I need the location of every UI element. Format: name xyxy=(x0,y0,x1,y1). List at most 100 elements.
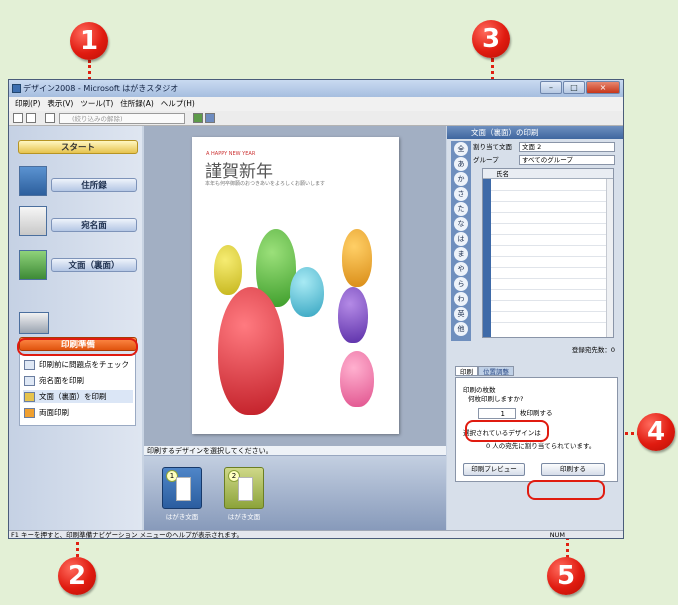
design-page-1 xyxy=(176,477,191,501)
kana-tab[interactable]: 他 xyxy=(454,322,468,336)
find-icon[interactable] xyxy=(193,113,203,123)
print-design-item[interactable]: 文面（裏面）を印刷 xyxy=(23,390,133,403)
list-row xyxy=(491,289,606,290)
design-side-button[interactable]: 文面（裏面） xyxy=(51,258,137,272)
design-selection-pane: 印刷するデザインを選択してください。 1 はがき文面 2 はがき文面 xyxy=(144,446,446,533)
list-row xyxy=(491,311,606,312)
postcard-preview: A HAPPY NEW YEAR 謹賀新年 本年も何卒御願のおつきあいをよろしく… xyxy=(192,137,399,434)
copies-stepper[interactable]: 1 xyxy=(478,408,516,419)
address-book-icon xyxy=(19,166,47,196)
duplex-print-item[interactable]: 両面印刷 xyxy=(23,406,133,419)
kana-tab[interactable]: や xyxy=(454,262,468,276)
list-row xyxy=(491,245,606,246)
card-message: 本年も何卒御願のおつきあいをよろしくお願いします xyxy=(205,181,326,187)
menu-address-book[interactable]: 住所録(A) xyxy=(120,97,153,111)
menu-tools[interactable]: ツール(T) xyxy=(80,97,113,111)
menu-bar: 印刷(P) 表示(V) ツール(T) 住所録(A) ヘルプ(H) xyxy=(9,97,623,111)
kana-tab[interactable]: た xyxy=(454,202,468,216)
list-row xyxy=(491,256,606,257)
pink-mouse xyxy=(340,351,374,407)
num-lock-indicator: NUM xyxy=(549,531,565,539)
cyan-mouse xyxy=(290,267,324,317)
highlight-print-design xyxy=(17,338,138,356)
design-side-icon xyxy=(19,250,47,280)
copies-header: 印刷の枚数 xyxy=(463,386,496,394)
maximize-button[interactable]: □ xyxy=(563,81,585,94)
kana-tab[interactable]: さ xyxy=(454,187,468,201)
print-panel: 文面（裏面）の印刷 全 あ か さ た な は ま や ら わ 英 他 割り当て… xyxy=(447,126,623,533)
kana-tab[interactable]: ま xyxy=(454,247,468,261)
callout-1: 1 xyxy=(70,22,108,60)
design-selection-prompt: 印刷するデザインを選択してください。 xyxy=(144,446,446,456)
yellow-mouse xyxy=(214,245,242,295)
tab-print[interactable]: 印刷 xyxy=(455,366,478,376)
address-card-icon xyxy=(24,376,35,386)
highlight-print-button xyxy=(527,480,605,500)
menu-help[interactable]: ヘルプ(H) xyxy=(161,97,195,111)
checklist-icon xyxy=(24,360,35,370)
kana-tab[interactable]: 全 xyxy=(454,142,468,156)
preview-pane: A HAPPY NEW YEAR 謹賀新年 本年も何卒御願のおつきあいをよろしく… xyxy=(144,126,446,446)
copies-suffix: 枚印刷する xyxy=(520,409,553,417)
callout-5: 5 xyxy=(547,557,585,595)
group-label: グループ xyxy=(473,156,499,164)
list-row xyxy=(491,223,606,224)
address-side-button[interactable]: 宛名面 xyxy=(51,218,137,232)
minimize-button[interactable]: – xyxy=(540,81,562,94)
design-page-2 xyxy=(238,477,253,501)
check-problems-item[interactable]: 印刷前に問題点をチェック xyxy=(23,358,133,371)
printer-icon xyxy=(19,312,49,334)
menu-print[interactable]: 印刷(P) xyxy=(15,97,40,111)
orange-mouse xyxy=(342,229,372,287)
status-text: F1 キーを押すと、印刷準備ナビゲーション メニューのヘルプが表示されます。 xyxy=(11,531,243,539)
list-row xyxy=(491,201,606,202)
design-thumb-1[interactable]: 1 xyxy=(162,467,202,509)
app-window: デザイン2008 - Microsoft はがきスタジオ – □ × 印刷(P)… xyxy=(8,79,624,539)
status-bar: F1 キーを押すと、印刷準備ナビゲーション メニューのヘルプが表示されます。 N… xyxy=(9,530,623,539)
tab-position[interactable]: 位置調整 xyxy=(478,366,514,376)
new-icon[interactable] xyxy=(13,113,23,123)
address-book-button[interactable]: 住所録 xyxy=(51,178,137,192)
kana-tab[interactable]: な xyxy=(454,217,468,231)
close-button[interactable]: × xyxy=(586,81,620,94)
list-icon[interactable] xyxy=(26,113,36,123)
selected-design-info: 0 人の宛先に割り当てられています。 xyxy=(486,442,596,450)
assign-label: 割り当て文面 xyxy=(473,143,512,151)
design-thumb-2[interactable]: 2 xyxy=(224,467,264,509)
kana-tab[interactable]: わ xyxy=(454,292,468,306)
row-selector-column xyxy=(483,169,491,337)
table-icon[interactable] xyxy=(205,113,215,123)
kana-tab[interactable]: は xyxy=(454,232,468,246)
kana-tab[interactable]: ら xyxy=(454,277,468,291)
highlight-copies xyxy=(465,420,549,442)
menu-view[interactable]: 表示(V) xyxy=(47,97,73,111)
callout-4: 4 xyxy=(637,413,675,451)
name-column-header[interactable]: 氏名 xyxy=(483,169,613,179)
red-mouse xyxy=(218,287,284,415)
assign-select[interactable]: 文面 2 xyxy=(519,142,615,152)
callout-3: 3 xyxy=(472,20,510,58)
copies-question: 何枚印刷しますか? xyxy=(468,395,524,403)
list-scrollbar[interactable] xyxy=(606,179,613,337)
kana-tab[interactable]: 英 xyxy=(454,307,468,321)
window-title: デザイン2008 - Microsoft はがきスタジオ xyxy=(23,84,179,93)
print-preview-button[interactable]: 印刷プレビュー xyxy=(463,463,525,476)
kana-index-tabs: 全 あ か さ た な は ま や ら わ 英 他 xyxy=(451,141,471,341)
address-side-icon xyxy=(19,206,47,236)
design-label-1: はがき文面 xyxy=(165,513,199,521)
sort-icon[interactable] xyxy=(45,113,55,123)
print-button[interactable]: 印刷する xyxy=(541,463,605,476)
print-address-item[interactable]: 宛名面を印刷 xyxy=(23,374,133,387)
kana-tab[interactable]: あ xyxy=(454,157,468,171)
start-button[interactable]: スタート xyxy=(18,140,138,154)
toolbar: (絞り込みの解除) xyxy=(9,111,623,126)
group-select[interactable]: すべてのグループ xyxy=(519,155,615,165)
list-row xyxy=(491,267,606,268)
list-row xyxy=(491,190,606,191)
registered-count: 登録宛先数：0 xyxy=(571,346,615,354)
design-label-2: はがき文面 xyxy=(227,513,261,521)
filter-select[interactable]: (絞り込みの解除) xyxy=(59,113,185,124)
kana-tab[interactable]: か xyxy=(454,172,468,186)
list-row xyxy=(491,212,606,213)
recipient-list[interactable]: 氏名 xyxy=(482,168,614,338)
